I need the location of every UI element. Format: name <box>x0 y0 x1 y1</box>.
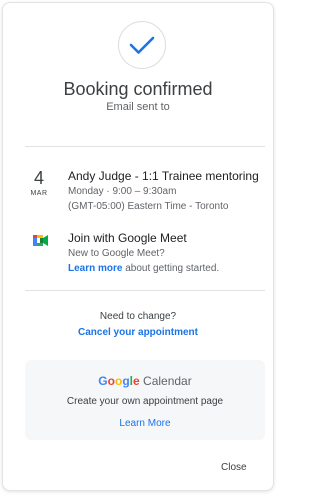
google-wordmark: Google <box>98 374 140 388</box>
event-time: Monday · 9:00 – 9:30am <box>68 186 177 197</box>
join-meet-link[interactable]: Join with Google Meet <box>68 231 268 246</box>
promo-text: Create your own appointment page <box>66 396 224 407</box>
google-calendar-logo: Google Calendar <box>25 374 265 388</box>
email-sent-text: Email sent to <box>106 101 170 113</box>
calendar-wordmark: Calendar <box>139 374 192 388</box>
booking-confirmation-dialog: Booking confirmed Email sent to 4 MAR An… <box>2 2 274 491</box>
meet-learn-line: Learn more about getting started. <box>68 261 268 276</box>
event-date: 4 MAR <box>27 169 51 197</box>
divider <box>25 146 265 147</box>
need-to-change-text: Need to change? <box>99 311 177 322</box>
event-date-month: MAR <box>30 190 48 197</box>
event-timezone: (GMT-05:00) Eastern Time - Toronto <box>68 201 229 212</box>
event-details: Andy Judge - 1:1 Trainee mentoring Monda… <box>68 169 268 214</box>
event-title: Andy Judge - 1:1 Trainee mentoring <box>68 169 259 183</box>
close-button[interactable]: Close <box>221 462 247 473</box>
check-icon <box>129 36 155 54</box>
cancel-appointment-link[interactable]: Cancel your appointment <box>3 327 273 338</box>
learn-more-link[interactable]: Learn more <box>68 263 122 274</box>
meet-new-text: New to Google Meet? <box>68 248 165 259</box>
page-title: Booking confirmed <box>63 79 213 99</box>
divider <box>25 290 265 291</box>
event-date-day: 4 <box>33 168 44 188</box>
promo-learn-more-link[interactable]: Learn More <box>25 418 265 429</box>
calendar-promo-card: Google Calendar Create your own appointm… <box>25 360 265 440</box>
google-meet-icon <box>33 235 48 246</box>
google-meet-section: Join with Google Meet New to Google Meet… <box>68 231 268 276</box>
check-circle <box>118 21 166 69</box>
learn-more-suffix: about getting started. <box>122 263 220 274</box>
